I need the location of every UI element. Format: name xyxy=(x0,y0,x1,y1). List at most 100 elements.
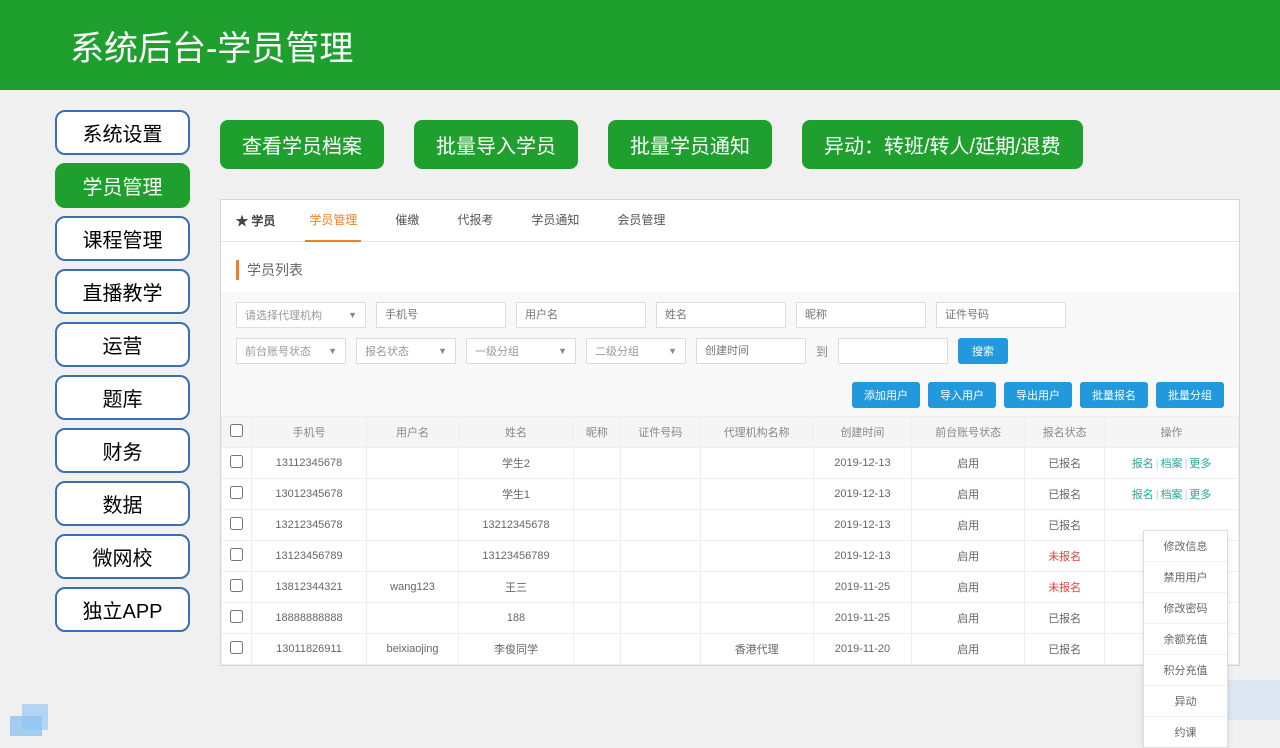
column-header-6: 代理机构名称 xyxy=(700,417,813,448)
cell xyxy=(574,572,621,603)
sidebar-item-0[interactable]: 系统设置 xyxy=(55,110,190,155)
op-more[interactable]: 更多 xyxy=(1189,489,1211,501)
sidebar-item-4[interactable]: 运营 xyxy=(55,322,190,367)
row-checkbox[interactable] xyxy=(230,486,243,499)
dropdown-item-4[interactable]: 积分充值 xyxy=(1144,655,1227,686)
op-archive[interactable]: 档案 xyxy=(1161,458,1183,470)
bulk-actions: 添加用户导入用户导出用户批量报名批量分组 xyxy=(221,374,1239,416)
cert-input[interactable] xyxy=(936,302,1066,328)
username-input[interactable] xyxy=(516,302,646,328)
row-checkbox[interactable] xyxy=(230,610,243,623)
chevron-down-icon: ▼ xyxy=(668,346,677,356)
cell: 学生1 xyxy=(458,479,573,510)
cell xyxy=(620,634,700,665)
bulk-button-3[interactable]: 批量报名 xyxy=(1080,382,1148,408)
table-row: 13112345678学生22019-12-13启用已报名报名|档案|更多 xyxy=(222,448,1239,479)
sidebar-item-8[interactable]: 微网校 xyxy=(55,534,190,579)
cell xyxy=(620,541,700,572)
row-checkbox[interactable] xyxy=(230,548,243,561)
chevron-down-icon: ▼ xyxy=(328,346,337,356)
cell: 启用 xyxy=(912,634,1025,665)
action-button-1[interactable]: 批量导入学员 xyxy=(414,120,578,169)
tab-4[interactable]: 会员管理 xyxy=(613,199,669,242)
nickname-input[interactable] xyxy=(796,302,926,328)
tab-0[interactable]: 学员管理 xyxy=(305,199,361,242)
row-checkbox[interactable] xyxy=(230,579,243,592)
cell: 13812344321 xyxy=(252,572,367,603)
op-enroll[interactable]: 报名 xyxy=(1132,489,1154,501)
sidebar-item-9[interactable]: 独立APP xyxy=(55,587,190,632)
sidebar-item-2[interactable]: 课程管理 xyxy=(55,216,190,261)
cell: 未报名 xyxy=(1025,572,1105,603)
dropdown-item-2[interactable]: 修改密码 xyxy=(1144,593,1227,624)
action-button-0[interactable]: 查看学员档案 xyxy=(220,120,384,169)
student-panel: ★ 学员 学员管理催缴代报考学员通知会员管理 学员列表 请选择代理机构▼ 前台账… xyxy=(220,199,1240,666)
name-input[interactable] xyxy=(656,302,786,328)
filter-area: 请选择代理机构▼ 前台账号状态▼ 报名状态▼ 一级分组▼ 二级分组▼ 到 搜索 xyxy=(221,292,1239,374)
action-buttons-row: 查看学员档案批量导入学员批量学员通知异动：转班/转人/延期/退费 xyxy=(220,120,1240,169)
sidebar-item-6[interactable]: 财务 xyxy=(55,428,190,473)
cell xyxy=(574,541,621,572)
dropdown-item-3[interactable]: 余额充值 xyxy=(1144,624,1227,655)
row-checkbox[interactable] xyxy=(230,641,243,654)
cell xyxy=(574,634,621,665)
column-header-0 xyxy=(222,417,252,448)
cell: 13123456789 xyxy=(458,541,573,572)
cell: 已报名 xyxy=(1025,510,1105,541)
table-row: 13212345678132123456782019-12-13启用已报名 xyxy=(222,510,1239,541)
cell xyxy=(367,603,459,634)
sidebar-item-1[interactable]: 学员管理 xyxy=(55,163,190,208)
bulk-button-1[interactable]: 导入用户 xyxy=(928,382,996,408)
cell: 2019-12-13 xyxy=(813,448,911,479)
cell: 2019-12-13 xyxy=(813,541,911,572)
cell: 13012345678 xyxy=(252,479,367,510)
created-to-input[interactable] xyxy=(838,338,948,364)
bulk-button-2[interactable]: 导出用户 xyxy=(1004,382,1072,408)
enroll-status-select[interactable]: 报名状态▼ xyxy=(356,338,456,364)
sidebar-item-5[interactable]: 题库 xyxy=(55,375,190,420)
sidebar-item-7[interactable]: 数据 xyxy=(55,481,190,526)
op-archive[interactable]: 档案 xyxy=(1161,489,1183,501)
dropdown-item-5[interactable]: 异动 xyxy=(1144,686,1227,717)
cell: 已报名 xyxy=(1025,479,1105,510)
phone-input[interactable] xyxy=(376,302,506,328)
tab-3[interactable]: 学员通知 xyxy=(527,199,583,242)
select-all-checkbox[interactable] xyxy=(230,424,243,437)
cell: 18888888888 xyxy=(252,603,367,634)
row-checkbox[interactable] xyxy=(230,517,243,530)
action-button-3[interactable]: 异动：转班/转人/延期/退费 xyxy=(802,120,1083,169)
agency-select[interactable]: 请选择代理机构▼ xyxy=(236,302,366,328)
dropdown-item-6[interactable]: 约课 xyxy=(1144,717,1227,747)
cell xyxy=(367,448,459,479)
dropdown-item-0[interactable]: 修改信息 xyxy=(1144,531,1227,562)
cell xyxy=(574,448,621,479)
group1-select[interactable]: 一级分组▼ xyxy=(466,338,576,364)
bulk-button-4[interactable]: 批量分组 xyxy=(1156,382,1224,408)
action-button-2[interactable]: 批量学员通知 xyxy=(608,120,772,169)
search-button[interactable]: 搜索 xyxy=(958,338,1008,364)
dropdown-item-1[interactable]: 禁用用户 xyxy=(1144,562,1227,593)
table-row: 13012345678学生12019-12-13启用已报名报名|档案|更多 xyxy=(222,479,1239,510)
panel-tabs: ★ 学员 学员管理催缴代报考学员通知会员管理 xyxy=(221,200,1239,242)
op-enroll[interactable]: 报名 xyxy=(1132,458,1154,470)
op-more[interactable]: 更多 xyxy=(1189,458,1211,470)
bulk-button-0[interactable]: 添加用户 xyxy=(852,382,920,408)
cell: 13011826911 xyxy=(252,634,367,665)
row-ops: 报名|档案|更多 xyxy=(1105,479,1239,510)
sidebar-item-3[interactable]: 直播教学 xyxy=(55,269,190,314)
cell: 李俊同学 xyxy=(458,634,573,665)
cell: 已报名 xyxy=(1025,603,1105,634)
front-status-select[interactable]: 前台账号状态▼ xyxy=(236,338,346,364)
created-from-input[interactable] xyxy=(696,338,806,364)
chevron-down-icon: ▼ xyxy=(438,346,447,356)
row-checkbox[interactable] xyxy=(230,455,243,468)
cell xyxy=(700,541,813,572)
tab-1[interactable]: 催缴 xyxy=(391,199,423,242)
sidebar: 系统设置学员管理课程管理直播教学运营题库财务数据微网校独立APP xyxy=(55,100,190,666)
group2-select[interactable]: 二级分组▼ xyxy=(586,338,686,364)
cell xyxy=(700,510,813,541)
column-header-3: 姓名 xyxy=(458,417,573,448)
to-label: 到 xyxy=(816,343,828,360)
column-header-9: 报名状态 xyxy=(1025,417,1105,448)
tab-2[interactable]: 代报考 xyxy=(453,199,497,242)
